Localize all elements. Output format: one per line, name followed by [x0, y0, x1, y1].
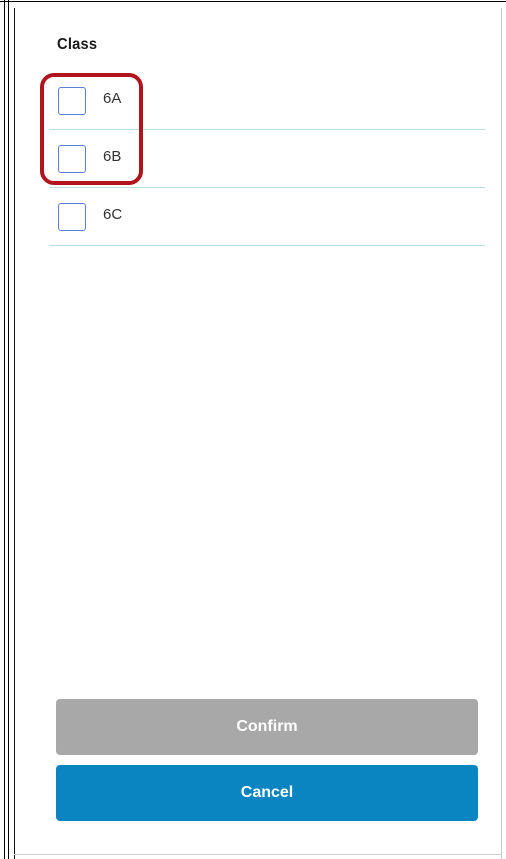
confirm-button[interactable]: Confirm — [56, 699, 478, 755]
section-title: Class — [57, 36, 98, 53]
page-border-top — [0, 1, 506, 2]
highlight-annotation — [40, 73, 143, 185]
page-border-left — [4, 0, 5, 859]
checkbox[interactable] — [58, 203, 86, 231]
panel-bottom-border — [14, 854, 502, 855]
option-row-6c[interactable]: 6C — [49, 188, 485, 246]
page-border-left-inner — [8, 0, 9, 859]
cancel-button[interactable]: Cancel — [56, 765, 478, 821]
option-label: 6C — [103, 206, 123, 223]
